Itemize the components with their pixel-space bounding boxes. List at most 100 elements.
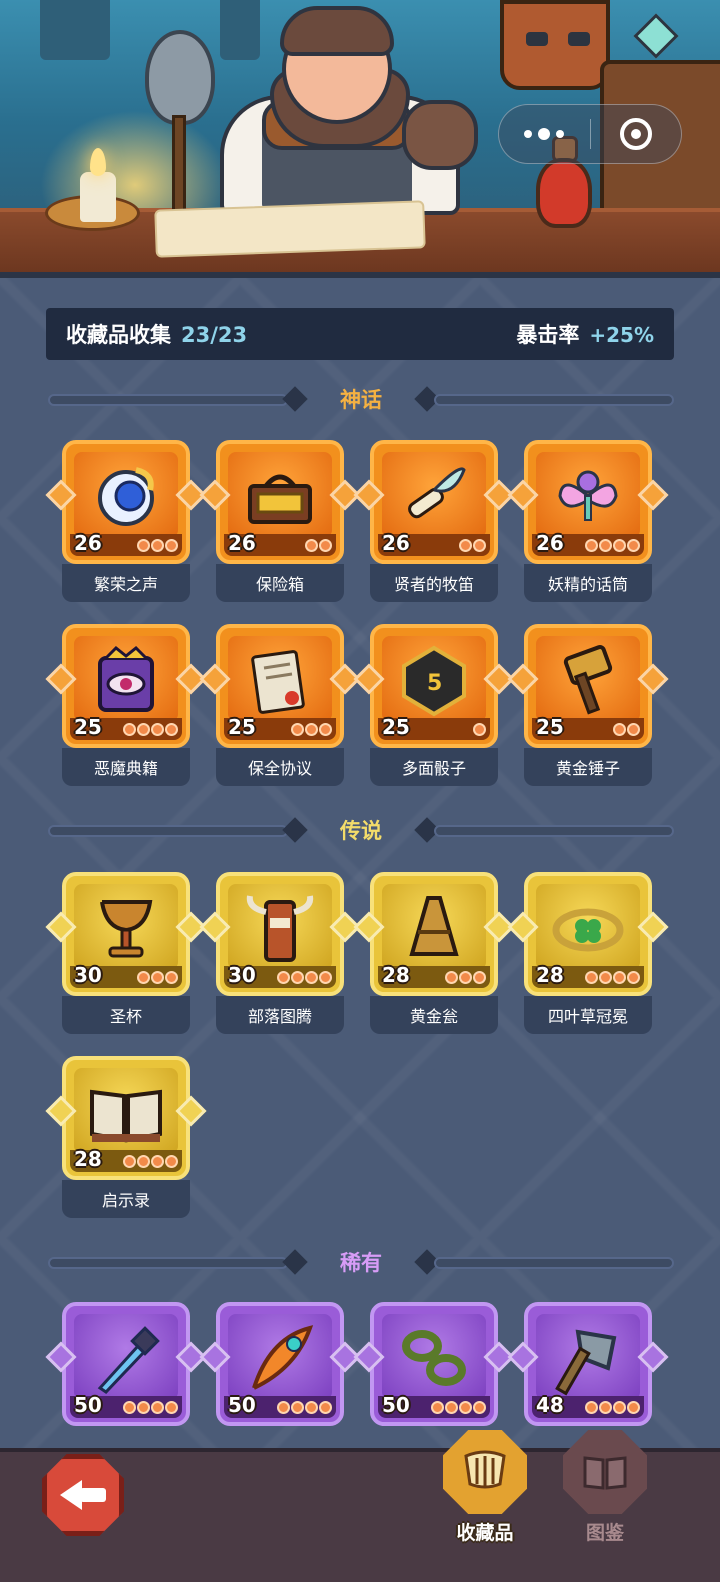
clover-crown-icon [548,888,628,968]
tribal-totem-icon [240,888,320,968]
star-icon [585,538,598,552]
collection-summary-bar: 收藏品收集 23/23 暴击率 +25% [46,308,674,360]
card-frame: 50 [216,1302,344,1426]
tab-encyclopedia[interactable]: 图鉴 [550,1430,660,1550]
star-icon [151,722,164,736]
star-icon [627,722,640,736]
star-icon [151,1400,164,1414]
collectible-card[interactable]: 30 部落图腾 [199,872,361,1036]
feather-flute-icon [394,456,474,536]
star-icon [165,970,178,984]
collectible-card[interactable]: 26 贤者的牧笛 [353,440,515,604]
item-name: 恶魔典籍 [62,748,190,786]
ice-dagger-icon [86,1318,166,1398]
star-rating [431,1400,486,1414]
collectible-card[interactable]: 28 启示录 [45,1056,207,1220]
star-icon [627,538,640,552]
back-button[interactable] [42,1454,124,1536]
star-icon [305,970,318,984]
item-name: 圣杯 [62,996,190,1034]
star-icon [473,1400,486,1414]
item-name: 繁荣之声 [62,564,190,602]
crit-rate-label: 暴击率 [516,323,580,347]
star-icon [599,970,612,984]
demon-book-icon [86,640,166,720]
card-frame: 28 [370,872,498,996]
star-icon [585,1400,598,1414]
collectible-card[interactable]: 28 四叶草冠冕 [507,872,669,1036]
item-level: 28 [382,963,410,987]
collectible-card[interactable]: 30 圣杯 [45,872,207,1036]
item-name: 多面骰子 [370,748,498,786]
collectible-card[interactable]: 25 保全协议 [199,624,361,788]
star-icon [137,1400,150,1414]
more-dots-icon [524,128,565,140]
item-level: 50 [382,1393,410,1417]
collectible-card[interactable]: 25 黄金锤子 [507,624,669,788]
collectible-card[interactable]: 50 [45,1302,207,1466]
item-name: 保全协议 [216,748,344,786]
svg-text:5: 5 [427,671,442,696]
stone-axe-icon [548,1318,628,1398]
star-icon [137,970,150,984]
pillar [40,0,110,60]
star-icon [445,1400,458,1414]
contract-scroll-icon [240,640,320,720]
star-rating [305,538,332,552]
star-icon [165,538,178,552]
star-icon [431,1400,444,1414]
item-level: 48 [536,1393,564,1417]
star-rating [277,970,332,984]
potion-icon [536,158,592,228]
collection-count: 23/23 [181,323,248,347]
star-icon [291,1400,304,1414]
holy-grail-icon [86,888,166,968]
star-icon [459,538,472,552]
collectible-card[interactable]: 28 黄金瓮 [353,872,515,1036]
vine-chain-icon [394,1318,474,1398]
item-name: 保险箱 [216,564,344,602]
star-icon [473,970,486,984]
card-frame: 48 [524,1302,652,1426]
star-icon [305,1400,318,1414]
star-rating [277,1400,332,1414]
collectible-card[interactable]: 26 保险箱 [199,440,361,604]
card-frame: 25 [62,624,190,748]
item-name: 四叶草冠冕 [524,996,652,1034]
star-rating [585,538,640,552]
section-header-legend: 传说 [48,816,674,846]
item-name: 黄金锤子 [524,748,652,786]
target-icon [619,118,652,150]
star-icon [585,970,598,984]
bell-orb-icon [86,456,166,536]
star-rating [137,970,178,984]
treasure-chest-icon [240,456,320,536]
more-menu-button[interactable] [499,105,590,163]
tab-collection[interactable]: 收藏品 [430,1430,540,1550]
star-icon [137,722,150,736]
golden-urn-icon [394,888,474,968]
card-frame: 25 [524,624,652,748]
collectible-card[interactable]: 25 恶魔典籍 [45,624,207,788]
back-arrow-icon [60,1478,106,1512]
collectible-grid-legend: 30 圣杯 30 部落图腾 28 黄金瓮 28 四叶草冠冕 28 启示录 [45,872,669,1220]
star-icon [137,1154,150,1168]
star-icon [473,722,486,736]
collectible-card[interactable]: 5 25 多面骰子 [353,624,515,788]
fairy-microphone-icon [548,456,628,536]
collectible-card[interactable]: 50 [199,1302,361,1466]
card-frame: 26 [62,440,190,564]
star-rating [613,722,640,736]
collectible-card[interactable]: 26 妖精的话筒 [507,440,669,604]
item-level: 50 [74,1393,102,1417]
star-icon [459,1400,472,1414]
item-level: 28 [74,1147,102,1171]
card-frame: 50 [370,1302,498,1426]
star-icon [277,970,290,984]
star-icon [459,970,472,984]
candle-icon [80,172,116,222]
encyclopedia-book-icon [563,1430,647,1514]
golden-hammer-icon [548,640,628,720]
collectible-card[interactable]: 26 繁荣之声 [45,440,207,604]
close-miniprogram-button[interactable] [591,105,682,163]
